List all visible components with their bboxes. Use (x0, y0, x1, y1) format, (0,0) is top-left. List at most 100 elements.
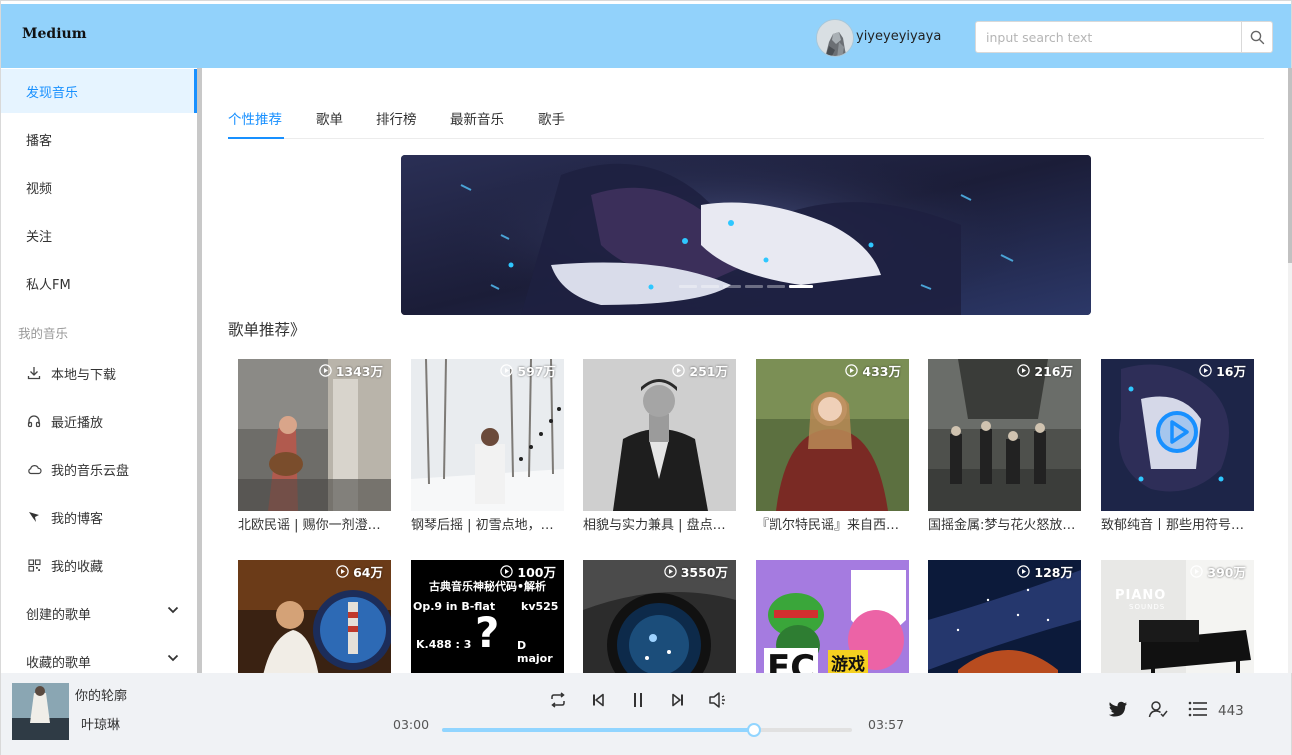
sidebar-item-label: 私人FM (26, 277, 71, 293)
current-album-cover[interactable] (12, 683, 69, 740)
carousel-indicators (679, 285, 813, 288)
playlist-cover: 251万 (583, 359, 736, 511)
playlist-name[interactable]: 致郁纯音丨那些用符号诉说的故事 (1101, 514, 1254, 533)
twitter-button[interactable] (1107, 698, 1129, 720)
sidebar-item-follow[interactable]: 关注 (1, 213, 197, 257)
list-icon (1188, 701, 1207, 717)
playlist-cover: 64万 (238, 560, 391, 673)
playlist-name[interactable]: 国摇金属:梦与花火怒放的摇滚 (928, 514, 1081, 533)
playlist-card[interactable]: 128万 (928, 560, 1081, 673)
sidebar-item-private-fm[interactable]: 私人FM (1, 261, 197, 305)
carousel-dot[interactable] (701, 285, 719, 288)
previous-button[interactable] (587, 689, 609, 711)
repeat-button[interactable] (547, 689, 569, 711)
play-count: 433万 (845, 361, 901, 380)
playlist-card[interactable]: FC 游戏 (756, 560, 909, 673)
cover-text: PIANO (1115, 588, 1167, 603)
sidebar-item-label: 发现音乐 (26, 85, 79, 101)
playlist-card[interactable]: 16万 致郁纯音丨那些用符号诉说的故事 (1101, 359, 1254, 533)
current-song-artist[interactable]: 叶琼琳 (81, 714, 120, 733)
volume-button[interactable] (707, 689, 729, 711)
qrcode-icon (26, 557, 42, 573)
playlist-card[interactable]: 古典音乐神秘代码•解析 Op.9 in B-flat kv525 K.488 :… (411, 560, 564, 673)
sidebar-item-label: 本地与下载 (51, 367, 117, 383)
playlist-card[interactable]: 216万 国摇金属:梦与花火怒放的摇滚 (928, 359, 1081, 533)
tab-playlists[interactable]: 歌单 (316, 108, 343, 128)
sidebar-item-collected-playlists[interactable]: 收藏的歌单 (1, 639, 197, 673)
play-count: 128万 (1017, 562, 1073, 581)
playlist-cover: 597万 (411, 359, 564, 511)
tab-new-music[interactable]: 最新音乐 (450, 108, 504, 128)
tab-artists[interactable]: 歌手 (538, 108, 565, 128)
tab-recommend[interactable]: 个性推荐 (228, 108, 282, 128)
app-logo[interactable]: Medium (22, 26, 87, 42)
sidebar-item-favorites[interactable]: 我的收藏 (1, 543, 197, 587)
sidebar-item-label: 视频 (26, 181, 53, 197)
play-count: 597万 (500, 361, 556, 380)
playlist-name[interactable]: 『凯尔特民谣』来自西方的古老旋律 (756, 514, 909, 533)
progress-slider[interactable] (442, 723, 852, 737)
play-count: 64万 (336, 562, 383, 581)
playlist-name[interactable]: 北欧民谣 | 赐你一剂澄澈清凉的良药 (238, 514, 391, 533)
playlist-name[interactable]: 钢琴后摇 | 初雪点地，悄然而至 (411, 514, 564, 533)
sidebar-item-recent[interactable]: 最近播放 (1, 399, 197, 443)
carousel-dot[interactable] (745, 285, 763, 288)
volume-icon (709, 692, 725, 708)
playlist-card[interactable]: 1343万 北欧民谣 | 赐你一剂澄澈清凉的良药 (238, 359, 391, 533)
cover-text: K.488 : 3 (416, 638, 472, 651)
play-count: 251万 (672, 361, 728, 380)
user-switch-button[interactable] (1147, 698, 1169, 720)
play-count-value: 390万 (1207, 565, 1246, 580)
banner-image (401, 155, 1091, 315)
tab-charts[interactable]: 排行榜 (376, 108, 417, 128)
search-input[interactable] (976, 22, 1242, 52)
user-avatar[interactable] (816, 19, 854, 57)
sidebar-item-podcast[interactable]: 播客 (1, 117, 197, 161)
next-icon (672, 693, 683, 707)
playlist-card[interactable]: 64万 (238, 560, 391, 673)
playlist-card[interactable]: 251万 相貌与实力兼具 | 盘点那些宝藏男歌手 (583, 359, 736, 533)
sidebar-scrollbar[interactable] (197, 68, 202, 673)
pause-button[interactable] (627, 689, 649, 711)
play-count: 1343万 (319, 361, 383, 380)
carousel-dot-active[interactable] (789, 285, 813, 288)
current-song-title[interactable]: 你的轮廓 (75, 685, 127, 704)
playlist-card[interactable]: 3550万 (583, 560, 736, 673)
playlist-card[interactable]: PIANO SOUNDS 390万 (1101, 560, 1254, 673)
sidebar-item-label: 创建的歌单 (26, 607, 92, 623)
tab-active-indicator (228, 137, 284, 139)
play-count-value: 16万 (1216, 364, 1246, 379)
next-button[interactable] (667, 689, 689, 711)
search-box (975, 21, 1273, 53)
main-scrollbar-thumb[interactable] (1288, 68, 1292, 263)
play-circle-icon (1017, 364, 1031, 377)
playlist-cover: 216万 (928, 359, 1081, 511)
carousel-dot[interactable] (723, 285, 741, 288)
sidebar-item-discover[interactable]: 发现音乐 (1, 69, 197, 113)
sidebar-item-local-download[interactable]: 本地与下载 (1, 351, 197, 395)
carousel-dot[interactable] (679, 285, 697, 288)
playlist-card[interactable]: 597万 钢琴后摇 | 初雪点地，悄然而至 (411, 359, 564, 533)
sidebar-item-created-playlists[interactable]: 创建的歌单 (1, 591, 197, 635)
repeat-icon (551, 692, 565, 708)
carousel-dot[interactable] (767, 285, 785, 288)
play-overlay-icon[interactable] (1154, 409, 1200, 455)
tab-bar: 个性推荐 歌单 排行榜 最新音乐 歌手 (228, 93, 1264, 139)
sidebar-item-blog[interactable]: 我的博客 (1, 495, 197, 539)
sidebar-item-cloud[interactable]: 我的音乐云盘 (1, 447, 197, 491)
playlist-name[interactable]: 相貌与实力兼具 | 盘点那些宝藏男歌手 (583, 514, 736, 533)
play-count: 100万 (500, 562, 556, 581)
section-title-playlists[interactable]: 歌单推荐》 (228, 318, 306, 340)
progress-handle[interactable] (746, 723, 761, 737)
playlist-queue-button[interactable] (1187, 698, 1209, 720)
sidebar-item-label: 最近播放 (51, 415, 104, 431)
sidebar-item-video[interactable]: 视频 (1, 165, 197, 209)
twitter-icon (1108, 701, 1127, 716)
cover-text: 游戏 (828, 650, 868, 673)
username[interactable]: yiyeyeyiyaya (856, 29, 941, 44)
search-button[interactable] (1241, 22, 1272, 52)
top-header: Medium yiyeyeyiyaya (1, 1, 1291, 68)
banner-carousel[interactable] (401, 155, 1091, 315)
sidebar-item-label: 我的音乐云盘 (51, 463, 130, 479)
playlist-card[interactable]: 433万 『凯尔特民谣』来自西方的古老旋律 (756, 359, 909, 533)
